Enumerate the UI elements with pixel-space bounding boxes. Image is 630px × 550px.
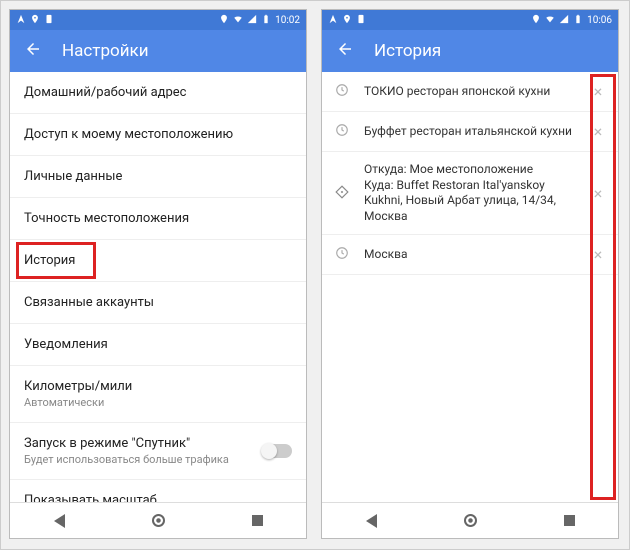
settings-item[interactable]: Километры/мили Автоматически bbox=[10, 366, 306, 423]
back-arrow-icon[interactable] bbox=[24, 40, 42, 62]
gps-icon bbox=[219, 14, 229, 27]
settings-item[interactable]: Запуск в режиме "Спутник" Будет использов… bbox=[10, 423, 306, 480]
history-list[interactable]: ТОКИО ресторан японской кухни×Буффет рес… bbox=[322, 72, 618, 502]
nav-back-icon[interactable] bbox=[366, 514, 377, 528]
settings-item[interactable]: Связанные аккаунты bbox=[10, 282, 306, 324]
clock-time: 10:06 bbox=[587, 15, 612, 26]
location-icon bbox=[30, 14, 40, 27]
app-header: Настройки bbox=[10, 30, 306, 72]
history-item[interactable]: Москва × bbox=[322, 235, 618, 275]
status-bar: 10:02 bbox=[10, 10, 306, 30]
history-item-text: ТОКИО ресторан японской кухни bbox=[364, 84, 576, 100]
android-navbar bbox=[322, 502, 618, 538]
settings-item-label: Показывать масштаб bbox=[24, 493, 292, 502]
settings-item-label: Уведомления bbox=[24, 337, 292, 352]
history-item-text: Откуда: Мое местоположение Куда: Buffet … bbox=[364, 162, 576, 224]
settings-item[interactable]: Уведомления bbox=[10, 324, 306, 366]
settings-item-sublabel: Будет использоваться больше трафика bbox=[24, 453, 292, 466]
page-title: История bbox=[374, 41, 441, 61]
signal-icon bbox=[559, 14, 569, 27]
settings-item[interactable]: История bbox=[10, 240, 306, 282]
nav-back-icon[interactable] bbox=[54, 514, 65, 528]
compass-icon bbox=[16, 14, 26, 27]
battery-icon bbox=[261, 14, 271, 27]
settings-item-label: Доступ к моему местоположению bbox=[24, 127, 292, 142]
close-icon[interactable]: × bbox=[586, 184, 610, 203]
compass-icon bbox=[328, 14, 338, 27]
history-item-text: Москва bbox=[364, 247, 576, 263]
android-navbar bbox=[10, 502, 306, 538]
settings-item[interactable]: Показывать масштабПри изменении bbox=[10, 480, 306, 502]
back-arrow-icon[interactable] bbox=[336, 40, 354, 62]
settings-list[interactable]: Домашний/рабочий адрес Доступ к моему мес… bbox=[10, 72, 306, 502]
toggle-switch[interactable] bbox=[262, 444, 292, 458]
settings-item[interactable]: Личные данные bbox=[10, 156, 306, 198]
wifi-icon bbox=[233, 14, 243, 27]
settings-item-label: Домашний/рабочий адрес bbox=[24, 85, 292, 100]
settings-item[interactable]: Домашний/рабочий адрес bbox=[10, 72, 306, 114]
status-bar: 10:06 bbox=[322, 10, 618, 30]
settings-item-label: Точность местоположения bbox=[24, 211, 292, 226]
phone-settings-screen: 10:02 Настройки Домашний/рабочий адресДо… bbox=[9, 9, 307, 539]
history-item[interactable]: ТОКИО ресторан японской кухни × bbox=[322, 72, 618, 112]
settings-item-label: Километры/мили bbox=[24, 379, 292, 394]
clock-time: 10:02 bbox=[275, 15, 300, 26]
nav-recent-icon[interactable] bbox=[252, 515, 263, 526]
close-icon[interactable]: × bbox=[586, 122, 610, 141]
history-item[interactable]: Откуда: Мое местоположение Куда: Buffet … bbox=[322, 152, 618, 235]
nav-recent-icon[interactable] bbox=[564, 515, 575, 526]
nav-home-icon[interactable] bbox=[464, 514, 477, 527]
battery-icon bbox=[573, 14, 583, 27]
settings-item-label: Запуск в режиме "Спутник" bbox=[24, 436, 292, 451]
settings-item-sublabel: Автоматически bbox=[24, 396, 292, 409]
nav-home-icon[interactable] bbox=[152, 514, 165, 527]
close-icon[interactable]: × bbox=[586, 82, 610, 101]
settings-item-label: Связанные аккаунты bbox=[24, 295, 292, 310]
sim-icon bbox=[356, 14, 366, 27]
close-icon[interactable]: × bbox=[586, 245, 610, 264]
sim-icon bbox=[44, 14, 54, 27]
settings-item[interactable]: Доступ к моему местоположению bbox=[10, 114, 306, 156]
page-title: Настройки bbox=[62, 41, 149, 61]
history-item-text: Буффет ресторан итальянской кухни bbox=[364, 124, 576, 140]
app-header: История bbox=[322, 30, 618, 72]
settings-item-label: История bbox=[24, 253, 292, 268]
location-icon bbox=[342, 14, 352, 27]
signal-icon bbox=[247, 14, 257, 27]
history-item[interactable]: Буффет ресторан итальянской кухни × bbox=[322, 112, 618, 152]
clock-icon bbox=[330, 83, 354, 100]
clock-icon bbox=[330, 123, 354, 140]
gps-icon bbox=[531, 14, 541, 27]
clock-icon bbox=[330, 246, 354, 263]
phone-history-screen: 10:06 История ТОКИО ресторан японской ку… bbox=[321, 9, 619, 539]
wifi-icon bbox=[545, 14, 555, 27]
route-icon bbox=[330, 185, 354, 202]
settings-item[interactable]: Точность местоположения bbox=[10, 198, 306, 240]
settings-item-label: Личные данные bbox=[24, 169, 292, 184]
